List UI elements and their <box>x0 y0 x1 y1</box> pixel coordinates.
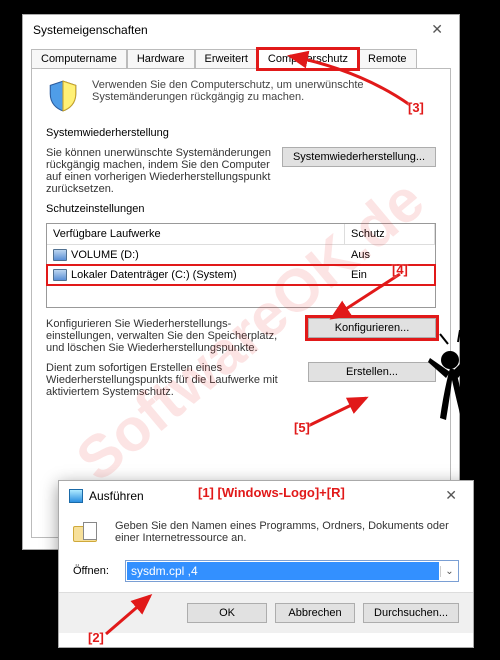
tabstrip: Computername Hardware Erweitert Computer… <box>23 44 459 68</box>
drive-icon <box>53 249 67 261</box>
table-row[interactable]: Lokaler Datenträger (C:) (System) Ein <box>47 265 435 285</box>
close-icon[interactable]: ✕ <box>439 487 463 504</box>
run-desc: Geben Sie den Namen eines Programms, Ord… <box>115 520 459 544</box>
window-title: Ausführen <box>89 489 144 503</box>
create-button[interactable]: Erstellen... <box>308 362 436 382</box>
window-title: Systemeigenschaften <box>33 23 148 37</box>
configure-text: Konfigurieren Sie Wiederherstellungs-ein… <box>46 318 296 354</box>
group-restore-label: Systemwiederherstellung <box>46 127 175 139</box>
run-dialog: Ausführen ✕ Geben Sie den Namen eines Pr… <box>58 480 474 648</box>
drives-table: Verfügbare Laufwerke Schutz VOLUME (D:) … <box>46 223 436 308</box>
restore-text: Sie können unerwünschte Systemänderungen… <box>46 147 272 195</box>
tab-computername[interactable]: Computername <box>31 49 127 69</box>
chevron-down-icon[interactable]: ⌄ <box>440 566 458 577</box>
drive-status: Ein <box>345 265 435 285</box>
shield-icon <box>46 79 80 113</box>
ok-button[interactable]: OK <box>187 603 267 623</box>
create-text: Dient zum sofortigen Erstellen eines Wie… <box>46 362 296 398</box>
system-properties-window: Systemeigenschaften ✕ Computername Hardw… <box>22 14 460 550</box>
tab-systemprotection[interactable]: Computerschutz <box>258 49 358 69</box>
browse-button[interactable]: Durchsuchen... <box>363 603 459 623</box>
tab-body: Verwenden Sie den Computerschutz, um une… <box>31 68 451 538</box>
system-restore-button[interactable]: Systemwiederherstellung... <box>282 147 436 167</box>
configure-button[interactable]: Konfigurieren... <box>308 318 436 338</box>
open-label: Öffnen: <box>73 565 117 577</box>
table-row[interactable]: VOLUME (D:) Aus <box>47 245 435 265</box>
col-drives: Verfügbare Laufwerke <box>47 224 345 244</box>
drive-icon <box>53 269 67 281</box>
open-combobox[interactable]: ⌄ <box>125 560 459 582</box>
col-protection: Schutz <box>345 224 435 244</box>
titlebar: Systemeigenschaften ✕ <box>23 15 459 44</box>
drive-status: Aus <box>345 245 435 265</box>
intro-text: Verwenden Sie den Computerschutz, um une… <box>92 79 436 113</box>
run-program-icon <box>73 520 103 546</box>
tab-remote[interactable]: Remote <box>358 49 417 69</box>
close-icon[interactable]: ✕ <box>425 21 449 38</box>
run-icon <box>69 489 83 503</box>
group-settings-label: Schutzeinstellungen <box>46 203 150 215</box>
tab-advanced[interactable]: Erweitert <box>195 49 258 69</box>
cancel-button[interactable]: Abbrechen <box>275 603 355 623</box>
open-input[interactable] <box>127 562 439 580</box>
drive-name: VOLUME (D:) <box>71 249 139 261</box>
tab-hardware[interactable]: Hardware <box>127 49 195 69</box>
titlebar: Ausführen ✕ <box>59 481 473 510</box>
drive-name: Lokaler Datenträger (C:) (System) <box>71 269 237 281</box>
